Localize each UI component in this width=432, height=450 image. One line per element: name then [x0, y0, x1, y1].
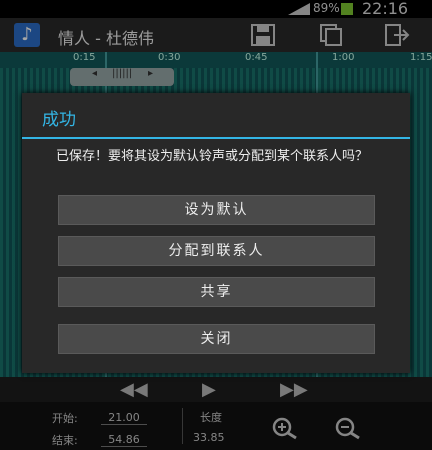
share-button[interactable]: 共享	[58, 277, 375, 307]
close-button[interactable]: 关闭	[58, 324, 375, 354]
dialog-title: 成功	[42, 110, 76, 130]
dialog-title-divider	[22, 137, 410, 139]
dialog-message: 已保存！要将其设为默认铃声或分配到某个联系人吗？	[56, 149, 369, 164]
assign-contact-button[interactable]: 分配到联系人	[58, 236, 375, 266]
set-default-button[interactable]: 设为默认	[58, 195, 375, 225]
success-dialog: 成功 已保存！要将其设为默认铃声或分配到某个联系人吗？ 设为默认 分配到联系人 …	[22, 93, 410, 373]
